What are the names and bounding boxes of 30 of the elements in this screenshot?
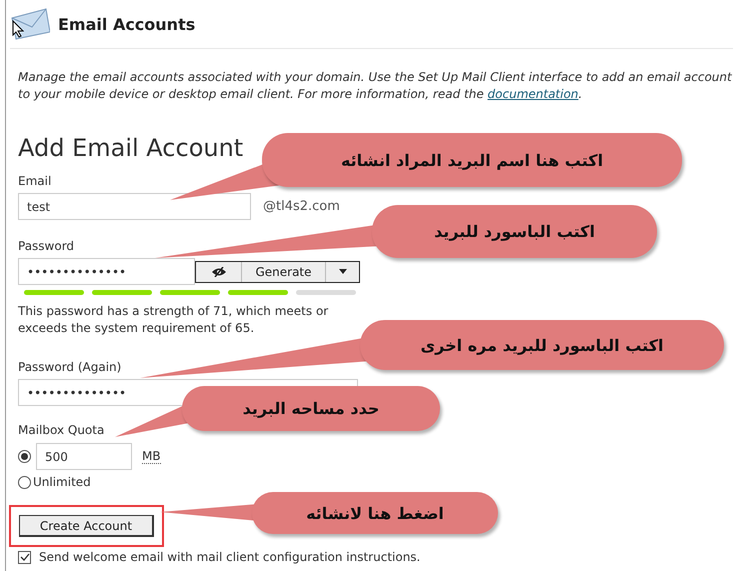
domain-text: @tl4s2.com bbox=[263, 199, 340, 214]
field-label: Password bbox=[18, 238, 76, 254]
description-text: Manage the email accounts associated with your domain. Use the Set Up Mail Client interface to add an email account to your mobile device or desktop email client. For more information, read the documentation. bbox=[18, 69, 733, 103]
field-label: Email bbox=[18, 173, 52, 189]
password-field[interactable]: •••••••••••••• bbox=[18, 258, 195, 285]
callout-bubble: اضغط هنا لانشائه bbox=[252, 492, 498, 534]
field-label: Password (Again) bbox=[18, 359, 122, 375]
checkbox[interactable] bbox=[18, 550, 31, 564]
page-title: Email Accounts bbox=[58, 14, 196, 34]
show-password-button[interactable] bbox=[196, 262, 241, 282]
radio-button[interactable] bbox=[18, 476, 31, 488]
form-heading: Add Email Account bbox=[18, 133, 244, 163]
unit-text: MB bbox=[142, 450, 161, 464]
strength-message: This password has a strength of 71, which meets or exceeds the system requirement of 65. bbox=[18, 303, 330, 337]
callout-bubble: اكتب الباسورد للبريد bbox=[372, 205, 657, 258]
create-account-button[interactable]: Create Account bbox=[19, 515, 154, 537]
caret-icon bbox=[338, 269, 346, 274]
field-label: Mailbox Quota bbox=[18, 422, 106, 438]
generate-menu-button[interactable] bbox=[325, 262, 359, 282]
checkbox-label: Send welcome email with mail client configuration instructions. bbox=[39, 550, 420, 564]
check-icon bbox=[20, 552, 30, 562]
callout-bubble: اكتب الباسورد للبريد مره اخرى bbox=[360, 320, 724, 370]
documentation-link[interactable]: documentation bbox=[488, 87, 578, 101]
email-field[interactable]: test bbox=[18, 193, 251, 220]
radio-button[interactable] bbox=[18, 450, 31, 463]
quota-field[interactable]: 500 bbox=[36, 443, 132, 470]
cursor-icon bbox=[12, 20, 24, 38]
eye-icon bbox=[210, 266, 226, 276]
radio-label: Unlimited bbox=[33, 475, 91, 489]
generate-button[interactable]: Generate bbox=[241, 262, 325, 282]
